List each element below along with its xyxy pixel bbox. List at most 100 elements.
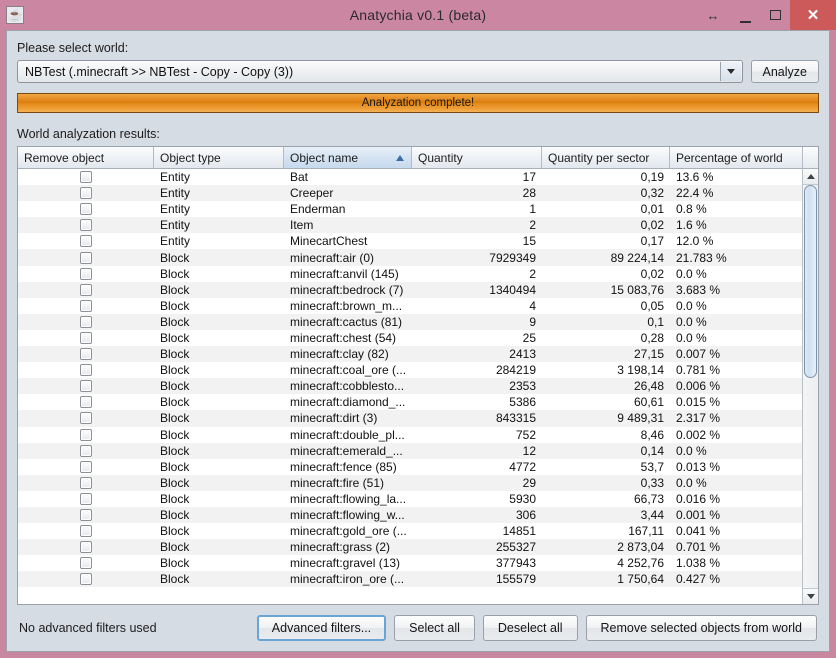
quantity-cell: 2353 xyxy=(509,379,536,394)
remove-object-checkbox[interactable] xyxy=(80,525,92,538)
remove-object-checkbox[interactable] xyxy=(80,219,92,232)
remove-object-checkbox[interactable] xyxy=(80,557,92,570)
table-row[interactable]: Entity MinecartChest 15 0,17 12.0 % xyxy=(18,233,802,250)
table-row[interactable]: Block minecraft:gold_ore (... 14851 167,11 0… xyxy=(18,523,802,540)
remove-object-checkbox[interactable] xyxy=(80,171,92,184)
remove-object-checkbox[interactable] xyxy=(80,299,92,312)
remove-object-checkbox[interactable] xyxy=(80,283,92,296)
table-row[interactable]: Block minecraft:fire (51) 29 0,33 0.0 % xyxy=(18,474,802,491)
remove-object-cell xyxy=(18,507,154,523)
scrollbar-track[interactable] xyxy=(803,185,818,588)
minimize-icon xyxy=(739,21,751,23)
quantity-per-sector-cell: 8,46 xyxy=(640,427,664,442)
percentage-of-world-cell: 0.002 % xyxy=(676,427,721,442)
remove-object-cell xyxy=(18,249,154,265)
table-row[interactable]: Block minecraft:fence (85) 4772 53,7 0.013 % xyxy=(18,458,802,475)
remove-object-checkbox[interactable] xyxy=(80,509,92,522)
object-name-cell: minecraft:flowing_w... xyxy=(290,508,405,523)
table-row[interactable]: Entity Bat 17 0,19 13.6 % xyxy=(18,169,802,186)
table-row[interactable]: Block minecraft:cobblesto... 2353 26,48 0.00… xyxy=(18,378,802,395)
column-header-quantity-per-sector[interactable]: Quantity per sector xyxy=(542,147,670,168)
table-row[interactable]: Block minecraft:bedrock (7) 1340494 15 083,… xyxy=(18,281,802,298)
remove-object-checkbox[interactable] xyxy=(80,428,92,441)
table-row[interactable]: Block minecraft:grass (2) 255327 2 873,04 0.… xyxy=(18,539,802,556)
remove-object-checkbox[interactable] xyxy=(80,364,92,377)
scroll-up-button[interactable] xyxy=(803,169,818,185)
remove-object-checkbox[interactable] xyxy=(80,331,92,344)
maximize-icon xyxy=(769,10,781,20)
table-row[interactable]: Block minecraft:clay (82) 2413 27,15 0.007 % xyxy=(18,346,802,363)
quantity-cell: 28 xyxy=(522,186,536,201)
select-all-button[interactable]: Select all xyxy=(394,615,475,641)
remove-object-checkbox[interactable] xyxy=(80,476,92,489)
remove-object-checkbox[interactable] xyxy=(80,412,92,425)
content-panel: Please select world: NBTest (.minecraft … xyxy=(6,30,830,652)
maximize-button[interactable] xyxy=(760,0,790,30)
table-row[interactable]: Block minecraft:emerald_... 12 0,14 0.0 % xyxy=(18,442,802,459)
remove-object-checkbox[interactable] xyxy=(80,235,92,248)
remove-object-checkbox[interactable] xyxy=(80,315,92,328)
column-header-percentage-of-world[interactable]: Percentage of world xyxy=(670,147,798,168)
object-type-cell: Entity xyxy=(160,186,191,201)
percentage-of-world-cell: 0.0 % xyxy=(676,443,707,458)
minimize-button[interactable] xyxy=(730,0,760,30)
remove-object-checkbox[interactable] xyxy=(80,251,92,264)
remove-object-checkbox[interactable] xyxy=(80,348,92,361)
percentage-of-world-cell: 0.001 % xyxy=(676,508,721,523)
table-row[interactable]: Block minecraft:iron_ore (... 155579 1 750,… xyxy=(18,571,802,588)
deselect-all-button[interactable]: Deselect all xyxy=(482,615,578,641)
table-row[interactable]: Block minecraft:air (0) 7929349 89 224,14 21… xyxy=(18,249,802,266)
table-row[interactable]: Block minecraft:gravel (13) 377943 4 252,76… xyxy=(18,555,802,572)
analyze-button[interactable]: Analyze xyxy=(750,60,819,83)
object-type-cell: Block xyxy=(160,314,190,329)
resize-arrows-icon[interactable]: ↔ xyxy=(696,0,730,30)
remove-object-checkbox[interactable] xyxy=(80,267,92,280)
object-type-cell: Block xyxy=(160,459,190,474)
table-row[interactable]: Entity Item 2 0,02 1.6 % xyxy=(18,217,802,234)
quantity-cell: 17 xyxy=(522,170,536,185)
object-name-cell: minecraft:coal_ore (... xyxy=(290,363,407,378)
close-button[interactable]: ✕ xyxy=(790,0,836,30)
column-header-object-type[interactable]: Object type xyxy=(154,147,284,168)
remove-object-checkbox[interactable] xyxy=(80,444,92,457)
remove-object-checkbox[interactable] xyxy=(80,573,92,586)
percentage-of-world-cell: 0.701 % xyxy=(676,540,721,555)
table-row[interactable]: Entity Enderman 1 0,01 0.8 % xyxy=(18,201,802,218)
remove-object-checkbox[interactable] xyxy=(80,187,92,200)
chevron-down-icon[interactable] xyxy=(719,62,741,81)
remove-object-cell xyxy=(18,298,154,314)
table-row[interactable]: Block minecraft:diamond_... 5386 60,61 0.015… xyxy=(18,394,802,411)
remove-object-checkbox[interactable] xyxy=(80,380,92,393)
table-row[interactable]: Block minecraft:coal_ore (... 284219 3 198,… xyxy=(18,362,802,379)
remove-object-checkbox[interactable] xyxy=(80,460,92,473)
table-row[interactable]: Block minecraft:anvil (145) 2 0,02 0.0 % xyxy=(18,265,802,282)
object-type-cell: Block xyxy=(160,524,190,539)
table-row[interactable]: Block minecraft:double_pl... 752 8,46 0.002 … xyxy=(18,426,802,443)
table-row[interactable]: Block minecraft:brown_m... 4 0,05 0.0 % xyxy=(18,297,802,314)
table-row[interactable]: Block minecraft:dirt (3) 843315 9 489,31 2.3… xyxy=(18,410,802,427)
table-row[interactable]: Block minecraft:cactus (81) 9 0,1 0.0 % xyxy=(18,313,802,330)
table-row[interactable]: Block minecraft:chest (54) 25 0,28 0.0 % xyxy=(18,329,802,347)
column-header-object-name[interactable]: Object name xyxy=(284,147,412,168)
remove-object-checkbox[interactable] xyxy=(80,203,92,216)
scrollbar-thumb[interactable] xyxy=(804,185,817,379)
quantity-per-sector-cell: 0,01 xyxy=(640,202,664,217)
advanced-filters-button[interactable]: Advanced filters... xyxy=(256,615,387,641)
remove-selected-button[interactable]: Remove selected objects from world xyxy=(585,615,817,641)
percentage-of-world-cell: 2.317 % xyxy=(676,411,721,426)
table-row[interactable]: Block minecraft:flowing_w... 306 3,44 0.001 … xyxy=(18,506,802,524)
remove-object-checkbox[interactable] xyxy=(80,492,92,505)
object-name-cell: minecraft:bedrock (7) xyxy=(290,282,404,297)
quantity-per-sector-cell: 0,28 xyxy=(640,330,664,345)
remove-object-checkbox[interactable] xyxy=(80,396,92,409)
quantity-per-sector-cell: 0,33 xyxy=(640,475,664,490)
table-row[interactable]: Block minecraft:flowing_la... 5930 66,73 0.0… xyxy=(18,490,802,507)
remove-object-checkbox[interactable] xyxy=(80,541,92,554)
object-type-cell: Block xyxy=(160,508,190,523)
column-header-quantity[interactable]: Quantity xyxy=(412,147,542,168)
vertical-scrollbar[interactable] xyxy=(802,169,818,604)
scroll-down-button[interactable] xyxy=(803,588,818,604)
world-select-dropdown[interactable]: NBTest (.minecraft >> NBTest - Copy - Co… xyxy=(17,60,743,83)
table-row[interactable]: Entity Creeper 28 0,32 22.4 % xyxy=(18,185,802,202)
column-header-remove-object[interactable]: Remove object xyxy=(18,147,154,168)
